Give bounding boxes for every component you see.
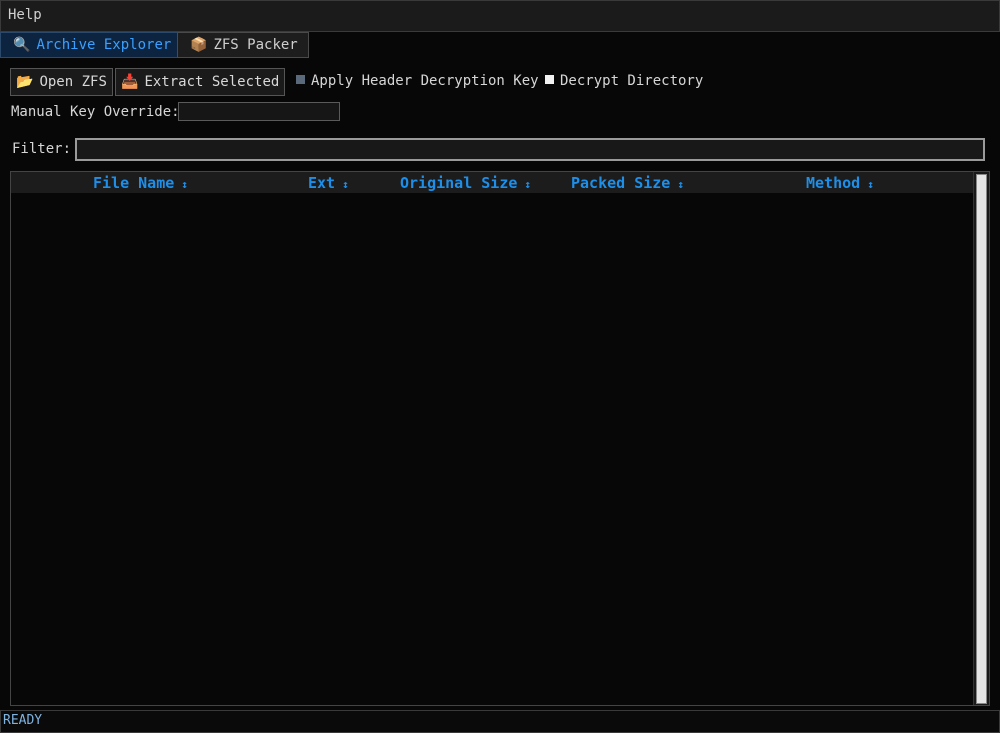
sort-icon: ↕ [867,178,874,191]
checkbox-unchecked-indicator[interactable] [545,74,554,84]
decrypt-directory-label: Decrypt Directory [560,73,704,89]
open-zfs-button[interactable]: 📂 Open ZFS [10,68,113,96]
column-header-method[interactable]: Method ↕ [806,173,874,193]
status-text: READY [3,713,43,728]
column-header-file-name[interactable]: File Name ↕ [93,173,188,193]
checkbox-checked-indicator[interactable] [296,74,305,84]
scrollbar-thumb[interactable] [976,174,987,704]
column-label: Method [806,174,861,192]
menu-bar: Help [0,0,1000,32]
column-header-original-size[interactable]: Original Size ↕ [400,173,531,193]
status-bar: READY [0,710,1000,733]
column-label: Ext [308,174,336,192]
column-label: File Name [93,174,175,192]
tab-zfs-packer[interactable]: 📦 ZFS Packer [177,32,309,58]
tab-label: ZFS Packer [213,37,298,53]
filter-label: Filter: [12,141,72,157]
apply-header-decryption-checkbox[interactable]: Apply Header Decryption Key [296,73,539,89]
manual-key-override-input[interactable] [178,102,340,121]
menu-help[interactable]: Help [8,7,42,23]
column-label: Original Size [400,174,518,192]
search-icon: 🔍 [13,37,31,53]
folder-open-icon: 📂 [16,74,34,90]
decrypt-directory-checkbox[interactable]: Decrypt Directory [545,73,703,89]
tab-label: Archive Explorer [36,37,172,53]
table-body[interactable] [11,193,974,705]
open-zfs-label: Open ZFS [39,74,107,90]
extract-selected-button[interactable]: 📥 Extract Selected [115,68,286,96]
tab-bar: 🔍 Archive Explorer 📦 ZFS Packer [0,32,1000,58]
tab-archive-explorer[interactable]: 🔍 Archive Explorer [0,32,183,58]
column-header-ext[interactable]: Ext ↕ [308,173,349,193]
file-table: File Name ↕ Ext ↕ Original Size ↕ Packed Si… [10,171,990,706]
extract-selected-label: Extract Selected [144,74,280,90]
apply-header-decryption-label: Apply Header Decryption Key [311,73,539,89]
column-label: Packed Size [571,174,671,192]
sort-icon: ↕ [677,178,684,191]
sort-icon: ↕ [342,178,349,191]
manual-key-override-label: Manual Key Override: [11,104,180,120]
table-header: File Name ↕ Ext ↕ Original Size ↕ Packed Si… [11,172,974,193]
package-icon: 📦 [190,37,208,53]
download-icon: 📥 [121,74,139,90]
sort-icon: ↕ [524,178,532,191]
sort-icon: ↕ [181,178,188,191]
filter-input[interactable] [75,138,985,161]
vertical-scrollbar[interactable] [973,172,989,705]
column-header-packed-size[interactable]: Packed Size ↕ [571,173,684,193]
